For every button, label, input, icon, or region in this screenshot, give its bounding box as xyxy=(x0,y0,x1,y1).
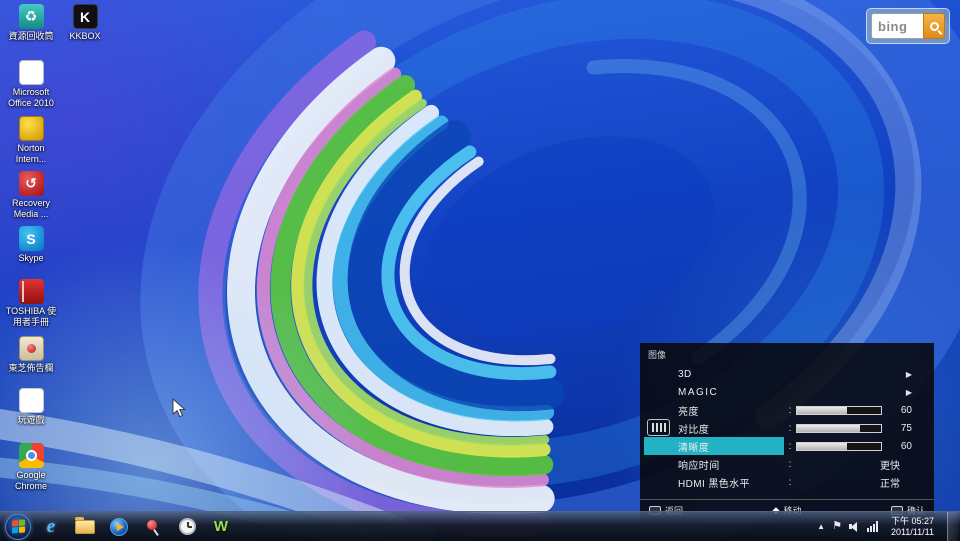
desktop-icon-skype[interactable]: S Skype xyxy=(2,226,60,264)
desktop-icon-toshiba-manual[interactable]: TOSHIBA 使用者手冊 xyxy=(2,279,60,327)
system-tray: ▲ ⚑ 下午 05:27 2011/11/11 xyxy=(817,512,960,541)
bing-search-gadget: bing xyxy=(866,8,950,44)
internet-explorer-icon[interactable]: e xyxy=(37,514,65,540)
response-time-value: 更快 xyxy=(796,457,912,472)
osd-item-sharpness[interactable]: 清晰度 : 60 xyxy=(640,437,934,455)
osd-item-3d[interactable]: 3D ▶ xyxy=(640,365,934,383)
osd-item-contrast[interactable]: 对比度 : 75 xyxy=(640,419,934,437)
desktop-icon-label: KKBOX xyxy=(56,31,114,42)
desktop-icon-toshiba-bulletin[interactable]: 東芝佈告欄 xyxy=(2,336,60,374)
brightness-slider[interactable] xyxy=(796,406,882,415)
sharpness-slider[interactable] xyxy=(796,442,882,451)
desktop-icon-office[interactable]: Microsoft Office 2010 xyxy=(2,60,60,108)
osd-menu-title: 图像 xyxy=(648,348,666,361)
bing-search-button[interactable] xyxy=(923,13,945,39)
desktop-icon-recovery[interactable]: ↺ Recovery Media ... xyxy=(2,171,60,219)
explorer-folder-icon[interactable] xyxy=(71,514,99,540)
w-app-icon[interactable]: W xyxy=(207,514,235,540)
games-w-icon: W xyxy=(19,388,44,413)
sharpness-value: 60 xyxy=(886,441,912,452)
kkbox-icon: K xyxy=(73,4,98,29)
office-icon xyxy=(19,60,44,85)
bing-logo: bing xyxy=(878,19,907,34)
tray-expand-icon[interactable]: ▲ xyxy=(817,522,825,531)
desktop-icon-chrome[interactable]: Google Chrome xyxy=(2,443,60,491)
brightness-value: 60 xyxy=(886,405,912,416)
contrast-slider[interactable] xyxy=(796,424,882,433)
chevron-right-icon: ▶ xyxy=(906,370,912,379)
chrome-icon xyxy=(19,443,44,468)
desktop-icon-label: Google Chrome xyxy=(2,470,60,491)
action-center-flag-icon[interactable]: ⚑ xyxy=(832,521,842,532)
chevron-right-icon: ▶ xyxy=(906,388,912,397)
media-player-icon[interactable] xyxy=(105,514,133,540)
desktop-icon-label: 資源回收筒 xyxy=(2,31,60,42)
contrast-value: 75 xyxy=(886,423,912,434)
desktop-icon-norton[interactable]: Norton Intern... xyxy=(2,116,60,164)
recovery-disc-icon: ↺ xyxy=(19,171,44,196)
desktop-icon-label: TOSHIBA 使用者手冊 xyxy=(2,306,60,327)
osd-item-hdmi-black-level[interactable]: HDMI 黑色水平 : 正常 xyxy=(640,473,934,491)
skype-icon: S xyxy=(19,226,44,251)
taskbar: e W ▲ ⚑ 下午 05:27 2011/11/11 xyxy=(0,511,960,541)
clock-date: 2011/11/11 xyxy=(891,527,934,538)
osd-item-response-time[interactable]: 响应时间 : 更快 xyxy=(640,455,934,473)
show-desktop-button[interactable] xyxy=(947,512,958,541)
desktop-icon-recycle-bin[interactable]: ♻ 資源回收筒 xyxy=(2,4,60,42)
desktop-icon-label: 東芝佈告欄 xyxy=(2,363,60,374)
osd-item-brightness[interactable]: 亮度 : 60 xyxy=(640,401,934,419)
desktop-icon-kkbox[interactable]: K KKBOX xyxy=(56,4,114,42)
clock-app-icon[interactable] xyxy=(173,514,201,540)
pushpin-app-icon[interactable] xyxy=(139,514,167,540)
desktop-screen: ♻ 資源回收筒 K KKBOX Microsoft Office 2010 No… xyxy=(0,0,960,541)
bing-search-input[interactable]: bing xyxy=(871,13,923,39)
desktop-icon-label: Skype xyxy=(2,253,60,264)
search-icon xyxy=(930,22,939,31)
hdmi-black-level-value: 正常 xyxy=(796,475,912,490)
start-button[interactable] xyxy=(5,514,31,540)
desktop-icon-games[interactable]: W 玩遊戲 xyxy=(2,388,60,426)
monitor-osd-panel: 图像 3D ▶ MAGIC ▶ 亮度 : 60 对比度 : 75 xyxy=(640,343,934,521)
taskbar-clock[interactable]: 下午 05:27 2011/11/11 xyxy=(885,516,940,537)
bulletin-pin-icon xyxy=(19,336,44,361)
osd-menu-list: 3D ▶ MAGIC ▶ 亮度 : 60 对比度 : 75 清晰度 : xyxy=(640,365,934,491)
windows-logo-icon xyxy=(12,519,25,533)
desktop-icon-label: Norton Intern... xyxy=(2,143,60,164)
recycle-bin-icon: ♻ xyxy=(19,4,44,29)
taskbar-apps: e W xyxy=(0,514,817,540)
network-icon[interactable] xyxy=(867,521,878,532)
desktop-icon-label: Recovery Media ... xyxy=(2,198,60,219)
desktop-icon-label: Microsoft Office 2010 xyxy=(2,87,60,108)
norton-globe-icon xyxy=(19,116,44,141)
osd-item-magic[interactable]: MAGIC ▶ xyxy=(640,383,934,401)
manual-book-icon xyxy=(19,279,44,304)
desktop-icon-label: 玩遊戲 xyxy=(2,415,60,426)
clock-time: 下午 05:27 xyxy=(891,516,934,527)
speaker-icon[interactable] xyxy=(849,521,860,532)
